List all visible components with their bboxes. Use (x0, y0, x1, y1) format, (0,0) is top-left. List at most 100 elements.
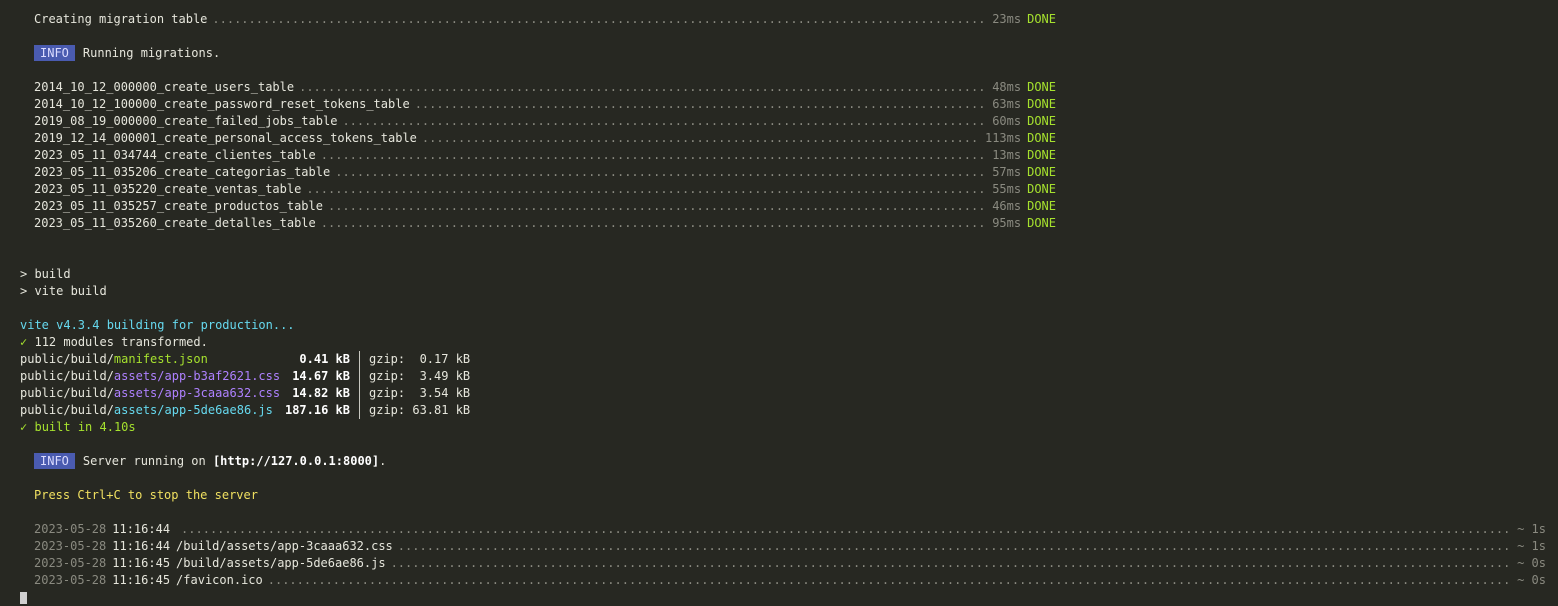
dot-leader: ........................................… (390, 556, 1513, 570)
asset-size: 0.41 kB (299, 352, 350, 366)
migration-time: 46ms (992, 199, 1022, 213)
migration-row: 2019_08_19_000000_create_failed_jobs_tab… (0, 113, 1558, 130)
request-duration: ~ 0s (1517, 556, 1546, 570)
migration-row: 2023_05_11_035220_create_ventas_table...… (0, 181, 1558, 198)
request-row: 2023-05-28 11:16:44/build/assets/app-3caa… (0, 538, 1558, 555)
asset-dir: public/build/ (20, 403, 114, 417)
migration-time: 55ms (992, 182, 1022, 196)
asset-gzip: gzip: 0.17 kB (369, 352, 471, 366)
asset-row: public/build/assets/app-5de6ae86.js 187.1… (0, 402, 1558, 419)
status-done: DONE (1027, 199, 1056, 213)
migration-row: 2023_05_11_035260_create_detalles_table.… (0, 215, 1558, 232)
migration-row: 2014_10_12_100000_create_password_reset_… (0, 96, 1558, 113)
request-date: 2023-05-28 (34, 522, 107, 536)
request-row: 2023-05-28 11:16:44......................… (0, 521, 1558, 538)
migration-name: 2023_05_11_035206_create_categorias_tabl… (34, 165, 331, 179)
dot-leader: ........................................… (397, 539, 1512, 553)
migration-time: 23ms (992, 12, 1022, 26)
status-done: DONE (1027, 97, 1056, 111)
asset-row: public/build/manifest.json 0.41 kB gzip: 0… (0, 351, 1558, 368)
request-time: 11:16:45 (112, 573, 171, 587)
dot-leader: ........................................… (414, 97, 988, 111)
request-time: 11:16:44 (112, 539, 171, 553)
asset-size: 14.82 kB (292, 386, 350, 400)
asset-dir: public/build/ (20, 386, 114, 400)
asset-dir: public/build/ (20, 352, 114, 366)
migration-time: 63ms (992, 97, 1022, 111)
request-date: 2023-05-28 (34, 556, 107, 570)
dot-leader: ........................................… (181, 522, 1513, 536)
asset-path: public/build/manifest.json (20, 351, 276, 368)
request-time: 11:16:44 (112, 522, 171, 536)
column-divider (359, 351, 360, 368)
migration-time: 95ms (992, 216, 1022, 230)
migration-name: 2023_05_11_034744_create_clientes_table (34, 148, 316, 162)
status-done: DONE (1027, 114, 1056, 128)
migration-row: 2023_05_11_035257_create_productos_table… (0, 198, 1558, 215)
asset-size: 187.16 kB (284, 403, 350, 417)
request-duration: ~ 1s (1517, 522, 1546, 536)
request-row: 2023-05-28 11:16:45/favicon.ico..........… (0, 572, 1558, 589)
info-badge: INFO (34, 453, 75, 469)
status-done: DONE (1027, 182, 1056, 196)
server-url-link[interactable]: [http://127.0.0.1:8000] (213, 454, 379, 468)
checkmark-icon: ✓ (20, 420, 28, 434)
info-badge: INFO (34, 45, 75, 61)
migration-time: 57ms (992, 165, 1022, 179)
vite-transformed-line: ✓ 112 modules transformed. (0, 334, 1558, 351)
asset-gzip: gzip: 3.54 kB (369, 386, 471, 400)
asset-file: assets/app-b3af2621.css (113, 369, 281, 383)
migration-name: 2023_05_11_035220_create_ventas_table (34, 182, 302, 196)
prompt-line[interactable] (0, 589, 1558, 606)
asset-gzip: gzip: 3.49 kB (369, 369, 471, 383)
checkmark-icon: ✓ (20, 335, 28, 349)
server-text-end: . (379, 454, 387, 468)
dot-leader: ........................................… (342, 114, 987, 128)
dot-leader: ........................................… (320, 148, 988, 162)
migration-table-row: Creating migration table ...............… (0, 11, 1558, 28)
migration-name: 2019_12_14_000001_create_personal_access… (34, 131, 417, 145)
column-divider (359, 402, 360, 419)
migration-table-label: Creating migration table (34, 12, 208, 26)
info-server-running: INFO Server running on [http://127.0.0.1:… (0, 453, 1558, 470)
migration-row: 2014_10_12_000000_create_users_table....… (0, 79, 1558, 96)
npm-command-line: > vite build (20, 284, 107, 298)
status-done: DONE (1027, 165, 1056, 179)
status-done: DONE (1027, 131, 1056, 145)
request-log: 2023-05-28 11:16:44......................… (0, 521, 1558, 589)
info-text: Running migrations. (82, 46, 221, 60)
dot-leader: ........................................… (327, 199, 988, 213)
request-duration: ~ 1s (1517, 539, 1546, 553)
dot-leader: ........................................… (306, 182, 988, 196)
status-done: DONE (1027, 148, 1056, 162)
request-date: 2023-05-28 (34, 539, 107, 553)
migration-name: 2014_10_12_100000_create_password_reset_… (34, 97, 410, 111)
migration-time: 48ms (992, 80, 1022, 94)
info-running-migrations: INFO Running migrations. (0, 45, 1558, 62)
dot-leader: ........................................… (212, 12, 988, 26)
dot-leader: ........................................… (267, 573, 1512, 587)
status-done: DONE (1027, 12, 1056, 26)
migration-row: 2023_05_11_035206_create_categorias_tabl… (0, 164, 1558, 181)
asset-file: assets/app-5de6ae86.js (113, 403, 273, 417)
request-path: /build/assets/app-5de6ae86.js (176, 556, 386, 570)
migration-name: 2014_10_12_000000_create_users_table (34, 80, 295, 94)
request-path: /build/assets/app-3caaa632.css (176, 539, 393, 553)
migration-time: 113ms (984, 131, 1022, 145)
server-text: Server running on (82, 454, 213, 468)
stop-server-hint: Press Ctrl+C to stop the server (34, 488, 258, 502)
asset-path: public/build/assets/app-b3af2621.css (20, 368, 280, 385)
request-date: 2023-05-28 (34, 573, 107, 587)
dot-leader: ........................................… (320, 216, 988, 230)
asset-gzip: gzip: 63.81 kB (369, 403, 471, 417)
migration-name: 2019_08_19_000000_create_failed_jobs_tab… (34, 114, 338, 128)
terminal-cursor (20, 591, 27, 604)
terminal-output[interactable]: Creating migration table ...............… (0, 0, 1558, 604)
asset-file: manifest.json (113, 352, 208, 366)
migration-row: 2019_12_14_000001_create_personal_access… (0, 130, 1558, 147)
asset-path: public/build/assets/app-5de6ae86.js (20, 402, 276, 419)
asset-size: 14.67 kB (292, 369, 350, 383)
request-row: 2023-05-28 11:16:45/build/assets/app-5de6… (0, 555, 1558, 572)
request-duration: ~ 0s (1517, 573, 1546, 587)
migration-list: 2014_10_12_000000_create_users_table....… (0, 79, 1558, 232)
